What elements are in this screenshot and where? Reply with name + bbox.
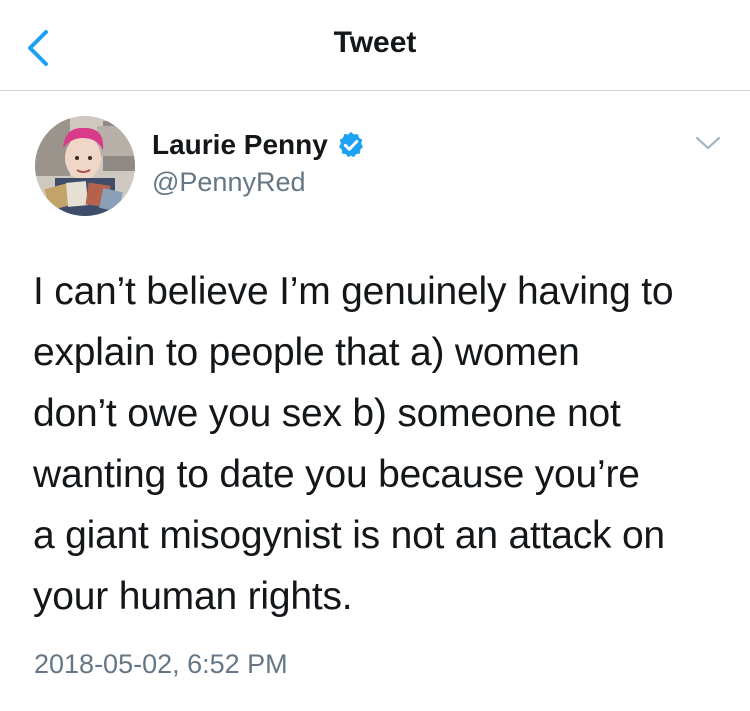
tweet-text-line: a giant misogynist is not an attack on	[33, 514, 665, 557]
verified-badge-icon	[336, 130, 366, 160]
tweet-text-line: I can’t believe I’m genuinely having to	[33, 270, 674, 313]
author-name-row: Laurie Penny	[152, 129, 366, 161]
navigation-bar: Tweet	[0, 0, 750, 91]
avatar-photo	[35, 116, 135, 216]
author-handle[interactable]: @PennyRed	[152, 167, 306, 198]
chevron-down-icon	[695, 136, 721, 150]
tweet-text-line: explain to people that a) women	[33, 331, 580, 374]
tweet-options-button[interactable]	[694, 133, 722, 153]
page-title: Tweet	[333, 26, 417, 59]
tweet-text-line: wanting to date you because you’re	[33, 453, 640, 496]
avatar[interactable]	[35, 116, 135, 216]
tweet-text-line: your human rights.	[33, 575, 353, 618]
tweet-detail: Laurie Penny @PennyRed I can’t believe I…	[0, 91, 750, 711]
tweet-text: I can’t believe I’m genuinely having to …	[33, 261, 733, 627]
tweet-text-line: don’t owe you sex b) someone not	[33, 392, 621, 435]
author-display-name[interactable]: Laurie Penny	[152, 129, 328, 161]
tweet-timestamp[interactable]: 2018-05-02, 6:52 PM	[34, 649, 288, 680]
